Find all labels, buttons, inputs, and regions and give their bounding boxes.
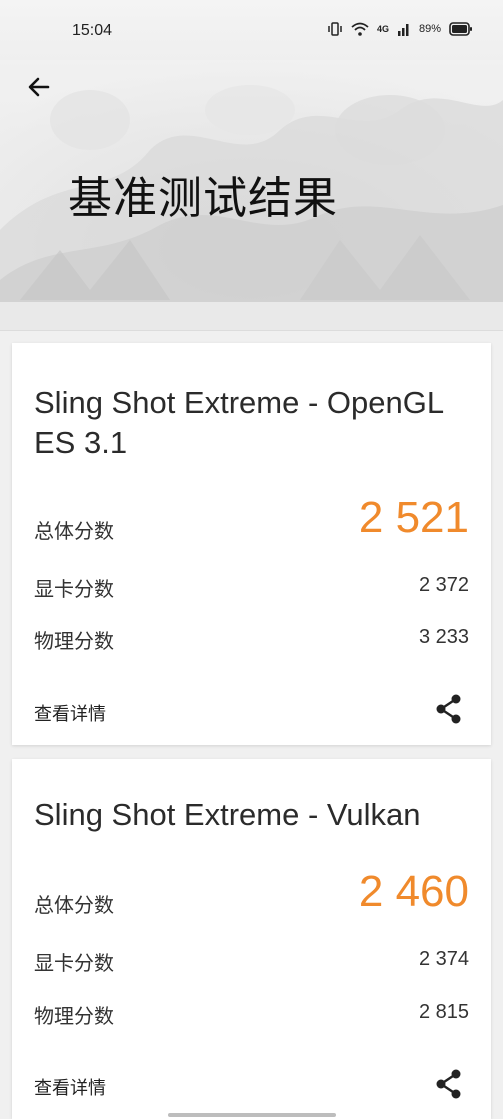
status-time: 15:04 xyxy=(72,22,113,39)
page-title: 基准测试结果 xyxy=(68,173,338,224)
physics-score-value: 2 815 xyxy=(418,1001,469,1023)
vibrate-icon xyxy=(328,22,342,36)
card-title: Sling Shot Extreme - OpenGL ES 3.1 xyxy=(34,385,443,460)
graphics-score-label: 显卡分数 xyxy=(34,577,114,601)
physics-score-value: 3 233 xyxy=(418,626,469,648)
back-button[interactable] xyxy=(22,70,56,104)
view-details-link[interactable]: 查看详情 xyxy=(34,1074,106,1100)
share-icon xyxy=(436,694,461,724)
status-icons: 4G 89% xyxy=(327,22,473,36)
share-button[interactable] xyxy=(433,1068,465,1100)
home-indicator[interactable] xyxy=(168,1113,336,1117)
battery-percent: 89% xyxy=(418,23,441,35)
result-card-vulkan: Sling Shot Extreme - Vulkan 总体分数 2 460 显… xyxy=(12,759,491,1119)
overall-score-label: 总体分数 xyxy=(34,519,114,543)
overall-score-label: 总体分数 xyxy=(34,893,114,917)
card-title: Sling Shot Extreme - Vulkan xyxy=(34,797,421,832)
signal-icon xyxy=(397,24,409,36)
battery-icon xyxy=(449,22,472,36)
physics-score-label: 物理分数 xyxy=(34,629,114,653)
graphics-score-label: 显卡分数 xyxy=(34,951,114,975)
wifi-icon xyxy=(351,22,369,36)
physics-score-label: 物理分数 xyxy=(34,1004,114,1028)
share-icon xyxy=(436,1069,461,1099)
view-details-link[interactable]: 查看详情 xyxy=(34,700,106,726)
arrow-left-icon xyxy=(28,77,50,97)
graphics-score-value: 2 372 xyxy=(418,574,469,596)
overall-score-value: 2 521 xyxy=(358,493,469,542)
network-type: 4G xyxy=(376,24,389,34)
status-bar: 15:04 4G 89% xyxy=(0,0,503,62)
result-card-opengl: Sling Shot Extreme - OpenGL ES 3.1 总体分数 … xyxy=(12,343,491,745)
overall-score-value: 2 460 xyxy=(358,867,469,916)
graphics-score-value: 2 374 xyxy=(418,948,469,970)
share-button[interactable] xyxy=(433,693,465,725)
